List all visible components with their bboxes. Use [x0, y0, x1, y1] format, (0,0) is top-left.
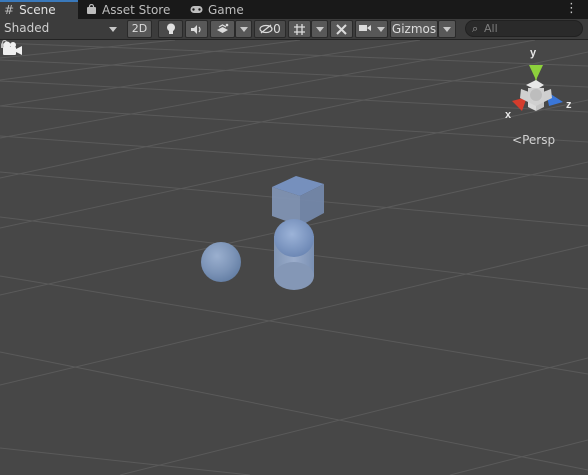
chevron-down-icon	[239, 26, 248, 32]
draw-mode-label: Shaded	[4, 21, 50, 35]
lightbulb-icon	[166, 23, 175, 34]
capsule-object[interactable]	[274, 219, 314, 290]
more-options-icon[interactable]: ⋮	[565, 2, 578, 15]
chevron-down-icon	[315, 26, 324, 32]
tab-scene[interactable]: # Scene	[0, 0, 78, 19]
scene-viewport[interactable]: y z x <Persp	[0, 40, 588, 475]
tab-scene-label: Scene	[19, 3, 56, 17]
search-input[interactable]	[484, 22, 578, 35]
scene-lighting-button[interactable]	[158, 20, 183, 38]
gizmos-label: Gizmos	[391, 22, 437, 36]
cube-object[interactable]	[272, 176, 324, 226]
tools-icon	[336, 24, 347, 35]
sphere-object[interactable]	[201, 242, 241, 282]
hash-grid-icon: #	[4, 3, 15, 17]
gizmos-button[interactable]: Gizmos	[390, 20, 438, 38]
toggle-2d-button[interactable]: 2D	[127, 20, 152, 38]
axis-x-label: x	[505, 109, 512, 121]
gamepad-icon	[190, 0, 203, 20]
axis-z-label: z	[566, 99, 572, 111]
eye-slash-icon	[259, 24, 273, 34]
tab-game-label: Game	[208, 3, 244, 17]
axis-y-label: y	[530, 47, 537, 59]
tab-asset-store[interactable]: Asset Store	[82, 0, 176, 19]
video-camera-icon	[358, 25, 371, 31]
chevron-down-icon	[109, 27, 117, 32]
tab-asset-store-label: Asset Store	[102, 3, 171, 17]
projection-label: Persp	[522, 133, 556, 147]
projection-toggle[interactable]: <Persp	[512, 133, 555, 147]
grid-toggle-button[interactable]	[288, 20, 311, 38]
chevron-down-icon	[377, 26, 386, 32]
layers-effects-icon	[217, 23, 229, 33]
scene-canvas: y z x	[0, 40, 588, 475]
effects-dropdown-button[interactable]	[235, 20, 252, 38]
component-tools-button[interactable]	[330, 20, 353, 38]
orientation-gizmo[interactable]	[512, 65, 563, 111]
tab-game[interactable]: Game	[186, 0, 256, 19]
perspective-icon: <	[512, 133, 523, 147]
tab-bar: # Scene Asset Store Game ⋮	[0, 0, 588, 20]
scene-toolbar: Shaded 2D 0 Gizmos ⌕	[0, 19, 588, 40]
hidden-count: 0	[273, 22, 281, 36]
shopping-bag-icon	[86, 0, 97, 20]
scene-effects-button[interactable]	[210, 20, 235, 38]
scene-search-field[interactable]: ⌕	[465, 20, 583, 37]
hidden-objects-toggle[interactable]: 0	[254, 20, 286, 38]
toggle-2d-label: 2D	[131, 22, 148, 35]
gizmos-dropdown-button[interactable]	[438, 20, 456, 38]
draw-mode-dropdown[interactable]: Shaded	[0, 19, 122, 39]
camera-gizmo-icon[interactable]	[0, 40, 24, 58]
speaker-icon	[191, 25, 201, 34]
scene-audio-button[interactable]	[185, 20, 208, 38]
chevron-down-icon	[443, 26, 451, 32]
search-icon: ⌕	[472, 22, 479, 35]
grid-dropdown-button[interactable]	[311, 20, 328, 38]
camera-settings-button[interactable]	[355, 20, 388, 38]
grid-icon	[294, 24, 305, 35]
